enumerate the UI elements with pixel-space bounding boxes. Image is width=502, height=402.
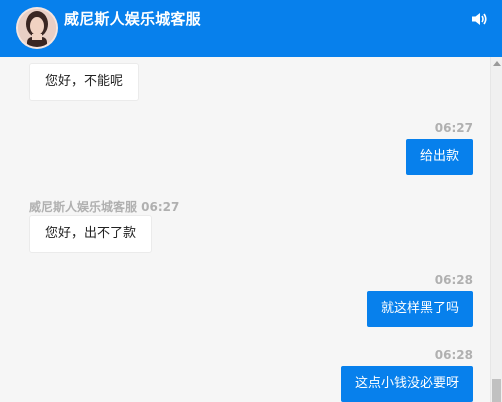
chat-title: 威尼斯人娱乐城客服 <box>64 10 201 28</box>
message-bubble-user: 给出款 <box>405 139 473 175</box>
message-timestamp: 06:28 <box>434 273 473 287</box>
chat-header: 威尼斯人娱乐城客服 <box>0 0 502 57</box>
chat-scrollbar[interactable] <box>490 57 502 402</box>
message-bubble-user: 就这样黑了吗 <box>366 291 473 327</box>
message-sender-timestamp: 威尼斯人娱乐城客服 06:27 <box>29 200 180 214</box>
message-bubble-agent: 您好，不能呢 <box>29 63 140 101</box>
avatar-image <box>18 9 56 47</box>
message-timestamp: 06:27 <box>434 121 473 135</box>
message-timestamp: 06:28 <box>434 348 473 362</box>
chat-messages[interactable]: 您好，不能呢 06:27 给出款 威尼斯人娱乐城客服 06:27 您好，出不了款… <box>0 57 490 402</box>
speaker-volume-icon[interactable] <box>470 10 488 28</box>
message-bubble-agent: 您好，出不了款 <box>29 215 153 253</box>
scroll-thumb[interactable] <box>492 379 501 402</box>
agent-avatar <box>16 7 58 49</box>
message-bubble-user: 这点小钱没必要呀 <box>340 366 473 402</box>
scroll-up-arrow-icon[interactable] <box>493 61 501 66</box>
